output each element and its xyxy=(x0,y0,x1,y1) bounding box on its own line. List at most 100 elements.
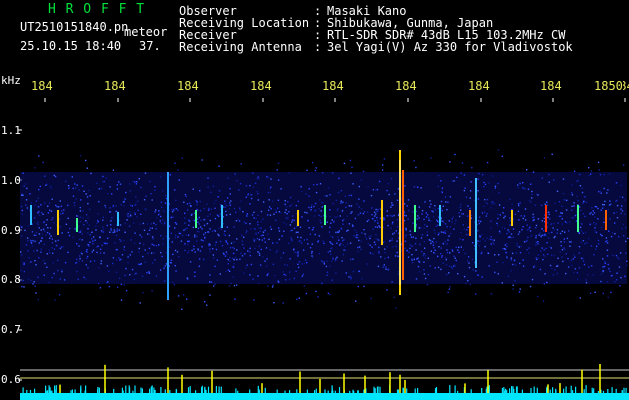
noise-pixel xyxy=(544,233,546,236)
noise-pixel xyxy=(413,186,416,188)
noise-pixel xyxy=(207,186,209,188)
noise-pixel xyxy=(293,219,295,222)
noise-pixel xyxy=(122,201,125,203)
noise-pixel xyxy=(81,239,83,241)
noise-pixel xyxy=(461,162,464,164)
noise-pixel xyxy=(404,236,407,239)
noise-pixel xyxy=(407,218,409,220)
noise-pixel xyxy=(246,230,248,232)
baseline-jitter xyxy=(141,388,143,393)
noise-pixel xyxy=(105,206,107,209)
noise-pixel xyxy=(415,278,418,280)
noise-pixel xyxy=(46,266,48,268)
noise-pixel xyxy=(336,210,338,212)
noise-pixel xyxy=(283,263,286,266)
noise-pixel xyxy=(542,300,545,302)
noise-pixel xyxy=(142,292,144,294)
noise-pixel xyxy=(83,276,85,279)
noise-pixel xyxy=(567,257,569,260)
noise-pixel xyxy=(519,252,522,254)
noise-pixel xyxy=(40,212,43,214)
noise-pixel xyxy=(53,248,56,250)
baseline-jitter xyxy=(623,387,625,393)
noise-pixel xyxy=(427,217,430,219)
noise-pixel xyxy=(405,227,407,230)
noise-pixel xyxy=(580,209,582,212)
noise-pixel xyxy=(449,196,452,198)
noise-pixel xyxy=(324,195,326,197)
baseline-jitter xyxy=(504,390,506,393)
noise-pixel xyxy=(343,162,346,165)
noise-pixel xyxy=(431,240,433,243)
noise-pixel xyxy=(209,248,211,250)
noise-pixel xyxy=(515,252,518,254)
noise-pixel xyxy=(209,228,211,230)
noise-pixel xyxy=(160,222,163,224)
noise-pixel xyxy=(143,243,145,246)
noise-pixel xyxy=(381,164,384,166)
noise-pixel xyxy=(149,233,151,235)
noise-pixel xyxy=(541,234,544,236)
noise-pixel xyxy=(30,240,32,242)
noise-pixel xyxy=(301,216,303,218)
noise-pixel xyxy=(510,259,512,261)
noise-pixel xyxy=(232,252,235,255)
noise-pixel xyxy=(186,227,188,229)
noise-pixel xyxy=(340,228,343,230)
baseline-jitter xyxy=(34,388,36,393)
noise-pixel xyxy=(44,175,46,177)
noise-pixel xyxy=(72,187,74,190)
noise-pixel xyxy=(270,186,272,188)
noise-pixel xyxy=(120,258,122,261)
noise-pixel xyxy=(79,231,82,233)
noise-pixel xyxy=(24,229,26,232)
noise-pixel xyxy=(391,223,394,225)
noise-pixel xyxy=(582,240,585,242)
noise-pixel xyxy=(479,240,481,242)
noise-pixel xyxy=(409,244,411,246)
noise-pixel xyxy=(187,209,189,211)
noise-pixel xyxy=(158,244,160,246)
noise-pixel xyxy=(278,230,281,232)
noise-pixel xyxy=(243,236,245,238)
noise-pixel xyxy=(551,231,553,234)
noise-pixel xyxy=(199,209,202,212)
noise-pixel xyxy=(249,254,251,257)
noise-pixel xyxy=(455,219,457,221)
noise-pixel xyxy=(623,235,625,237)
noise-pixel xyxy=(68,234,71,237)
noise-pixel xyxy=(90,172,92,175)
noise-pixel xyxy=(87,217,89,219)
noise-pixel xyxy=(151,199,153,201)
noise-pixel xyxy=(97,219,99,222)
baseline-jitter xyxy=(552,387,554,393)
noise-pixel xyxy=(499,214,501,216)
noise-pixel xyxy=(511,203,513,206)
noise-pixel xyxy=(278,238,281,241)
noise-pixel xyxy=(52,217,54,219)
noise-pixel xyxy=(333,220,335,222)
noise-pixel xyxy=(85,214,88,216)
noise-pixel xyxy=(199,190,201,192)
noise-pixel xyxy=(460,203,462,206)
noise-pixel xyxy=(490,236,492,238)
noise-pixel xyxy=(124,274,126,277)
noise-pixel xyxy=(289,230,292,232)
noise-pixel xyxy=(87,202,89,205)
noise-pixel xyxy=(68,187,70,189)
noise-pixel xyxy=(438,246,440,248)
noise-pixel xyxy=(383,266,385,268)
noise-pixel xyxy=(522,182,524,184)
noise-pixel xyxy=(434,249,436,251)
noise-pixel xyxy=(45,184,47,186)
noise-pixel xyxy=(208,207,210,210)
noise-pixel xyxy=(81,233,83,235)
noise-pixel xyxy=(230,282,232,285)
noise-pixel xyxy=(109,186,111,188)
noise-pixel xyxy=(484,240,486,242)
noise-pixel xyxy=(563,238,565,240)
noise-pixel xyxy=(467,280,469,282)
noise-pixel xyxy=(335,216,338,218)
baseline-jitter xyxy=(457,390,459,393)
noise-pixel xyxy=(456,176,458,179)
